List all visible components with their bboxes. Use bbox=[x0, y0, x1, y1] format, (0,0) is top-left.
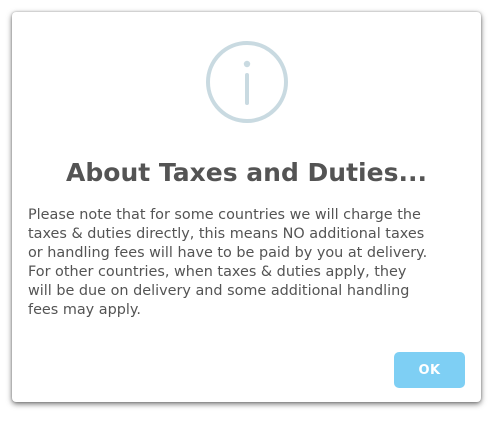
dialog-title: About Taxes and Duties... bbox=[66, 158, 427, 187]
taxes-duties-dialog: About Taxes and Duties... Please note th… bbox=[12, 12, 481, 402]
ok-button[interactable]: OK bbox=[394, 352, 465, 388]
dialog-message: Please note that for some countries we w… bbox=[28, 207, 428, 318]
info-icon bbox=[205, 40, 289, 124]
